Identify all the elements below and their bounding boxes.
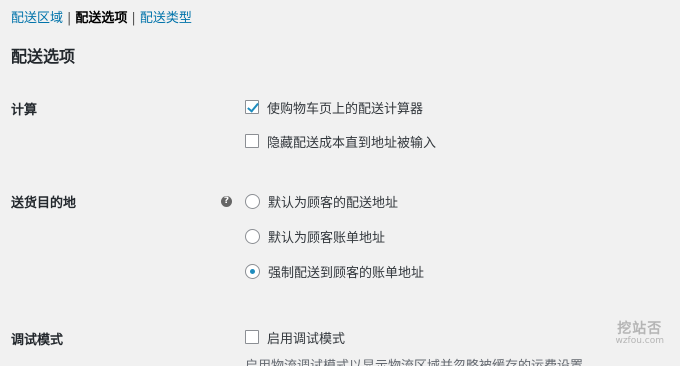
page-title: 配送选项 — [11, 47, 76, 66]
debug-mode-description: 启用物流调试模式以显示物流区域并忽略被缓存的运费设置 — [245, 355, 583, 366]
debug-mode-label: 调试模式 — [11, 333, 64, 348]
default-billing-label: 默认为顾客账单地址 — [268, 230, 386, 246]
woocommerce-shipping-settings: 配送区域 | 配送选项 | 配送类型 配送选项 计算 使购物车页上的配送计算器 隐藏配送… — [0, 0, 680, 366]
default-shipping-label: 默认为顾客的配送地址 — [268, 195, 399, 211]
watermark-url: wzfou.com — [615, 336, 664, 347]
debug-mode-checkbox[interactable] — [245, 330, 259, 344]
watermark: 挖站否 wzfou.com — [615, 321, 664, 347]
calculations-label: 计算 — [11, 103, 38, 118]
hide-costs-label: 隐藏配送成本直到地址被输入 — [267, 135, 437, 151]
subnav-shipping-zones[interactable]: 配送区域 — [11, 11, 63, 26]
subnav: 配送区域 | 配送选项 | 配送类型 — [11, 7, 192, 26]
option-force-billing-address[interactable]: 强制配送到顾客的账单地址 — [245, 262, 425, 281]
option-enable-cart-calculator[interactable]: 使购物车页上的配送计算器 — [245, 98, 424, 117]
subnav-shipping-classes[interactable]: 配送类型 — [140, 11, 192, 26]
cart-calculator-label: 使购物车页上的配送计算器 — [267, 101, 424, 117]
help-icon[interactable]: ? — [221, 196, 232, 207]
option-default-shipping-address[interactable]: 默认为顾客的配送地址 — [245, 192, 399, 211]
option-default-billing-address[interactable]: 默认为顾客账单地址 — [245, 227, 386, 246]
watermark-text: 挖站否 — [617, 321, 663, 337]
subnav-separator: | — [67, 11, 72, 26]
subnav-separator: | — [131, 11, 136, 26]
force-billing-label: 强制配送到顾客的账单地址 — [268, 265, 425, 281]
option-hide-costs-until-address[interactable]: 隐藏配送成本直到地址被输入 — [245, 132, 437, 151]
cart-calculator-checkbox[interactable] — [245, 100, 259, 114]
debug-mode-option-label: 启用调试模式 — [267, 331, 346, 347]
default-shipping-radio[interactable] — [245, 193, 260, 209]
default-billing-radio[interactable] — [245, 228, 260, 244]
force-billing-radio[interactable] — [245, 263, 260, 279]
option-enable-debug-mode[interactable]: 启用调试模式 — [245, 328, 346, 347]
destination-label: 送货目的地 — [11, 196, 77, 211]
hide-costs-checkbox[interactable] — [245, 134, 259, 148]
subnav-shipping-options[interactable]: 配送选项 — [75, 11, 127, 26]
